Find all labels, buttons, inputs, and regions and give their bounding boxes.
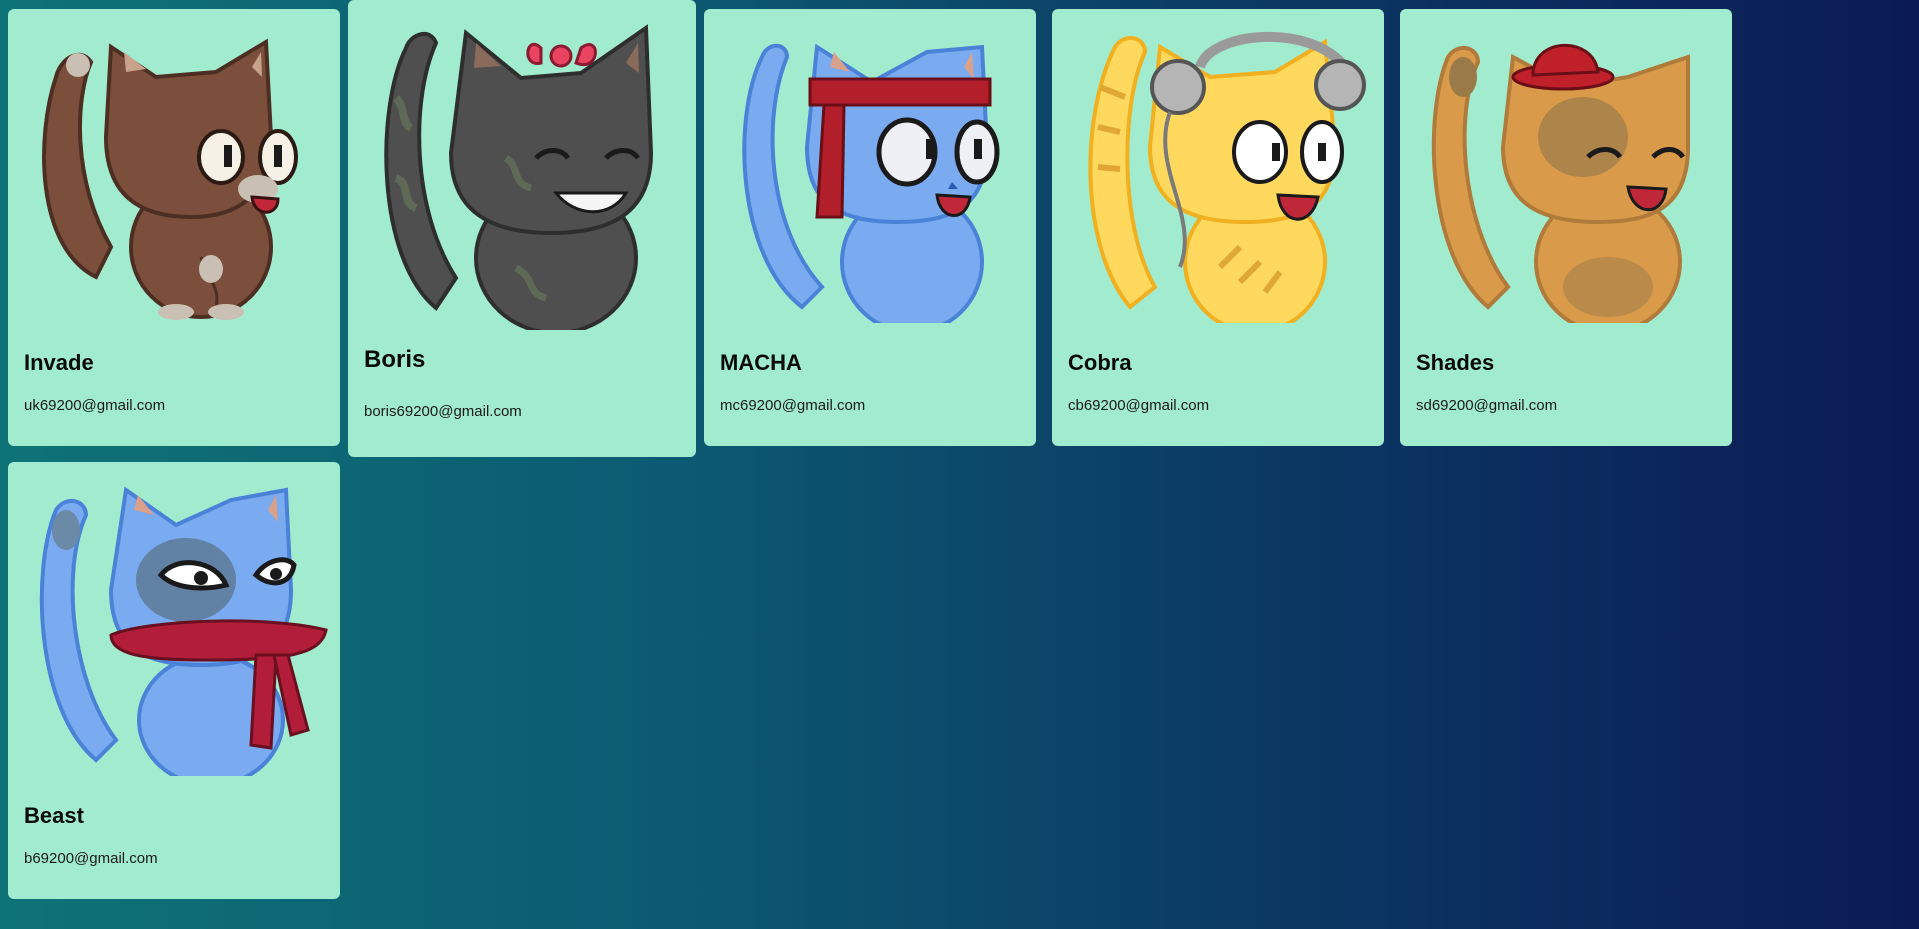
profile-card-beast[interactable]: Beast b69200@gmail.com xyxy=(8,462,340,899)
gray-cat-with-bow-icon xyxy=(356,8,688,330)
card-email: boris69200@gmail.com xyxy=(364,403,522,420)
profile-card-cobra[interactable]: Cobra cb69200@gmail.com xyxy=(1052,9,1384,446)
profile-card-invade[interactable]: Invade uk69200@gmail.com xyxy=(8,9,340,446)
profile-card-shades[interactable]: Shades sd69200@gmail.com xyxy=(1400,9,1732,446)
card-email: mc69200@gmail.com xyxy=(720,397,866,414)
brown-cat-icon xyxy=(16,17,331,323)
card-name: Cobra xyxy=(1068,350,1132,375)
card-email: uk69200@gmail.com xyxy=(24,397,166,414)
card-name: Shades xyxy=(1416,350,1495,375)
yellow-cat-with-headphones-icon xyxy=(1060,17,1375,323)
card-name: Boris xyxy=(364,346,426,373)
blue-cat-with-headband-icon xyxy=(712,17,1027,323)
blue-cat-with-scarf-icon xyxy=(16,470,331,776)
card-email: sd69200@gmail.com xyxy=(1416,397,1558,414)
profile-card-boris[interactable]: Boris boris69200@gmail.com xyxy=(348,0,696,457)
orange-cat-with-hat-icon xyxy=(1408,17,1723,323)
card-name: MACHA xyxy=(720,350,802,375)
profile-card-macha[interactable]: MACHA mc69200@gmail.com xyxy=(704,9,1036,446)
card-email: cb69200@gmail.com xyxy=(1068,397,1210,414)
card-email: b69200@gmail.com xyxy=(24,850,158,867)
card-name: Invade xyxy=(24,350,94,375)
card-name: Beast xyxy=(24,803,84,828)
